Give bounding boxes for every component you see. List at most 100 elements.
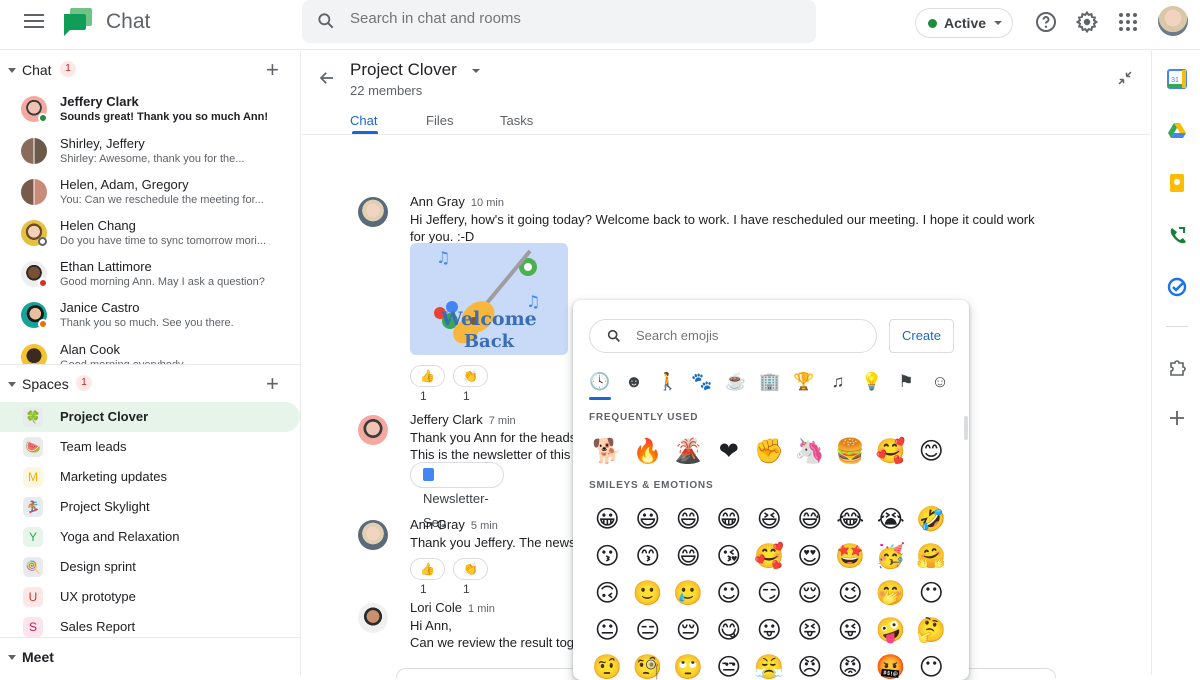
smiley-emoji[interactable]: 😜 bbox=[830, 612, 871, 649]
chat-section-header[interactable]: Chat 1 + bbox=[0, 57, 300, 83]
reaction-chip[interactable]: 👍 1 bbox=[410, 558, 445, 596]
apps-grid-icon[interactable] bbox=[1116, 10, 1140, 34]
emoji-search[interactable] bbox=[589, 319, 877, 353]
smiley-emoji[interactable]: 😘 bbox=[709, 538, 750, 575]
room-title[interactable]: Project Clover bbox=[350, 60, 457, 80]
dm-item[interactable]: Janice Castro Thank you so much. See you… bbox=[0, 297, 300, 338]
smiley-emoji[interactable]: 😋 bbox=[709, 612, 750, 649]
tab-chat[interactable]: Chat bbox=[350, 113, 377, 128]
member-count[interactable]: 22 members bbox=[350, 83, 422, 98]
smiley-emoji[interactable]: 😛 bbox=[749, 612, 790, 649]
emoji-category-objects-icon[interactable]: 💡 bbox=[860, 370, 884, 394]
emoji-category-recent-icon[interactable]: 🕓 bbox=[588, 370, 612, 394]
new-space-plus-icon[interactable]: + bbox=[266, 371, 279, 397]
smiley-emoji[interactable]: 😭 bbox=[871, 501, 912, 538]
smiley-emoji[interactable]: 🤔 bbox=[911, 612, 952, 649]
smiley-emoji[interactable]: 😐 bbox=[587, 612, 628, 649]
smiley-emoji[interactable]: 😏 bbox=[749, 575, 790, 612]
frequent-emoji[interactable]: 😊 bbox=[911, 433, 952, 470]
smiley-emoji[interactable]: 🤭 bbox=[871, 575, 912, 612]
meet-section-header[interactable]: Meet bbox=[0, 646, 300, 670]
smiley-emoji[interactable]: 😆 bbox=[749, 501, 790, 538]
smiley-emoji[interactable]: 🤗 bbox=[911, 538, 952, 575]
emoji-category-food-icon[interactable]: ☕ bbox=[724, 370, 748, 394]
dm-item[interactable]: Jeffery Clark Sounds great! Thank you so… bbox=[0, 91, 300, 132]
smiley-emoji[interactable]: 😝 bbox=[790, 612, 831, 649]
smiley-emoji[interactable]: 😄 bbox=[668, 538, 709, 575]
smiley-emoji[interactable]: 😡 bbox=[830, 649, 871, 680]
emoji-category-travel-icon[interactable]: 🏢 bbox=[758, 370, 782, 394]
dm-item[interactable]: Alan Cook Good morning everybody bbox=[0, 339, 300, 365]
reaction-chip[interactable]: 👏 1 bbox=[452, 365, 488, 403]
space-item[interactable]: 🍀 Project Clover bbox=[0, 402, 300, 432]
smiley-emoji[interactable]: 😶 bbox=[911, 649, 952, 680]
smiley-emoji[interactable]: 😁 bbox=[709, 501, 750, 538]
emoji-category-flags-icon[interactable]: ⚑ bbox=[894, 370, 918, 394]
smiley-emoji[interactable]: 🙃 bbox=[587, 575, 628, 612]
dm-item[interactable]: Helen Chang Do you have time to sync tom… bbox=[0, 215, 300, 256]
menu-icon[interactable] bbox=[24, 14, 44, 30]
frequent-emoji[interactable]: 🌋 bbox=[668, 433, 709, 470]
emoji-category-smileys-icon[interactable]: ☻ bbox=[622, 370, 646, 394]
collapse-triangle-icon[interactable] bbox=[8, 382, 16, 387]
tab-tasks[interactable]: Tasks bbox=[500, 113, 533, 128]
collapse-icon[interactable] bbox=[1116, 69, 1134, 87]
tab-files[interactable]: Files bbox=[426, 113, 453, 128]
emoji-category-custom-icon[interactable]: ☺ bbox=[928, 370, 952, 394]
smiley-emoji[interactable]: 🤨 bbox=[587, 649, 628, 680]
smiley-emoji[interactable]: 😄 bbox=[668, 501, 709, 538]
calendar-icon[interactable]: 31 bbox=[1167, 69, 1187, 89]
frequent-emoji[interactable]: 🦄 bbox=[790, 433, 831, 470]
smiley-emoji[interactable]: 😙 bbox=[628, 538, 669, 575]
tasks-icon[interactable] bbox=[1167, 277, 1187, 297]
dm-item[interactable]: Helen, Adam, Gregory You: Can we resched… bbox=[0, 174, 300, 215]
smiley-emoji[interactable]: 😔 bbox=[668, 612, 709, 649]
voice-icon[interactable] bbox=[1167, 225, 1187, 245]
smiley-emoji[interactable]: 😀 bbox=[587, 501, 628, 538]
search-bar[interactable] bbox=[302, 0, 816, 43]
keep-icon[interactable] bbox=[1167, 173, 1187, 193]
dm-item[interactable]: Shirley, Jeffery Shirley: Awesome, thank… bbox=[0, 133, 300, 174]
room-menu-chevron-icon[interactable] bbox=[472, 69, 480, 73]
smiley-emoji[interactable]: 🤩 bbox=[830, 538, 871, 575]
avatar[interactable] bbox=[358, 603, 388, 633]
account-avatar[interactable] bbox=[1158, 6, 1188, 36]
space-item[interactable]: 🍉 Team leads bbox=[0, 432, 300, 462]
smiley-emoji[interactable]: 😃 bbox=[628, 501, 669, 538]
emoji-category-people-icon[interactable]: 🚶 bbox=[656, 370, 680, 394]
add-app-plus-icon[interactable] bbox=[1167, 408, 1187, 428]
avatar[interactable] bbox=[358, 520, 388, 550]
spaces-section-header[interactable]: Spaces 1 + bbox=[0, 371, 300, 397]
smiley-emoji[interactable]: 😒 bbox=[709, 649, 750, 680]
frequent-emoji[interactable]: 🍔 bbox=[830, 433, 871, 470]
frequent-emoji[interactable]: 🐕 bbox=[587, 433, 628, 470]
new-chat-plus-icon[interactable]: + bbox=[266, 57, 279, 83]
smiley-emoji[interactable]: 🧐 bbox=[628, 649, 669, 680]
smiley-emoji[interactable]: 😗 bbox=[587, 538, 628, 575]
space-item[interactable]: U UX prototype bbox=[0, 582, 300, 612]
emoji-picker-scrollbar[interactable] bbox=[964, 416, 968, 440]
back-arrow-icon[interactable] bbox=[318, 69, 336, 87]
space-item[interactable]: 🏂 Project Skylight bbox=[0, 492, 300, 522]
smiley-emoji[interactable]: 😑 bbox=[628, 612, 669, 649]
smiley-emoji[interactable]: 🙄 bbox=[668, 649, 709, 680]
add-ons-puzzle-icon[interactable] bbox=[1167, 357, 1187, 377]
reaction-chip[interactable]: 👏 1 bbox=[452, 558, 488, 596]
space-item[interactable]: 🍭 Design sprint bbox=[0, 552, 300, 582]
emoji-category-activities-icon[interactable]: 🏆 bbox=[792, 370, 816, 394]
frequent-emoji[interactable]: 🔥 bbox=[628, 433, 669, 470]
smiley-emoji[interactable]: 🙂 bbox=[628, 575, 669, 612]
smiley-emoji[interactable]: 😶 bbox=[911, 575, 952, 612]
frequent-emoji[interactable]: ❤ bbox=[709, 433, 750, 470]
smiley-emoji[interactable]: 😉 bbox=[830, 575, 871, 612]
collapse-triangle-icon[interactable] bbox=[8, 655, 16, 660]
space-item[interactable]: S Sales Report bbox=[0, 612, 300, 638]
smiley-emoji[interactable]: 🥳 bbox=[871, 538, 912, 575]
smiley-emoji[interactable]: 😤 bbox=[749, 649, 790, 680]
emoji-search-input[interactable] bbox=[636, 328, 856, 343]
emoji-category-symbols-icon[interactable]: ♫ bbox=[826, 370, 850, 394]
welcome-back-image[interactable]: ♫ ♫ Welcome Back bbox=[410, 243, 568, 355]
search-input[interactable] bbox=[350, 10, 790, 27]
smiley-emoji[interactable]: 🥲 bbox=[668, 575, 709, 612]
reaction-chip[interactable]: 👍 1 bbox=[410, 365, 445, 403]
